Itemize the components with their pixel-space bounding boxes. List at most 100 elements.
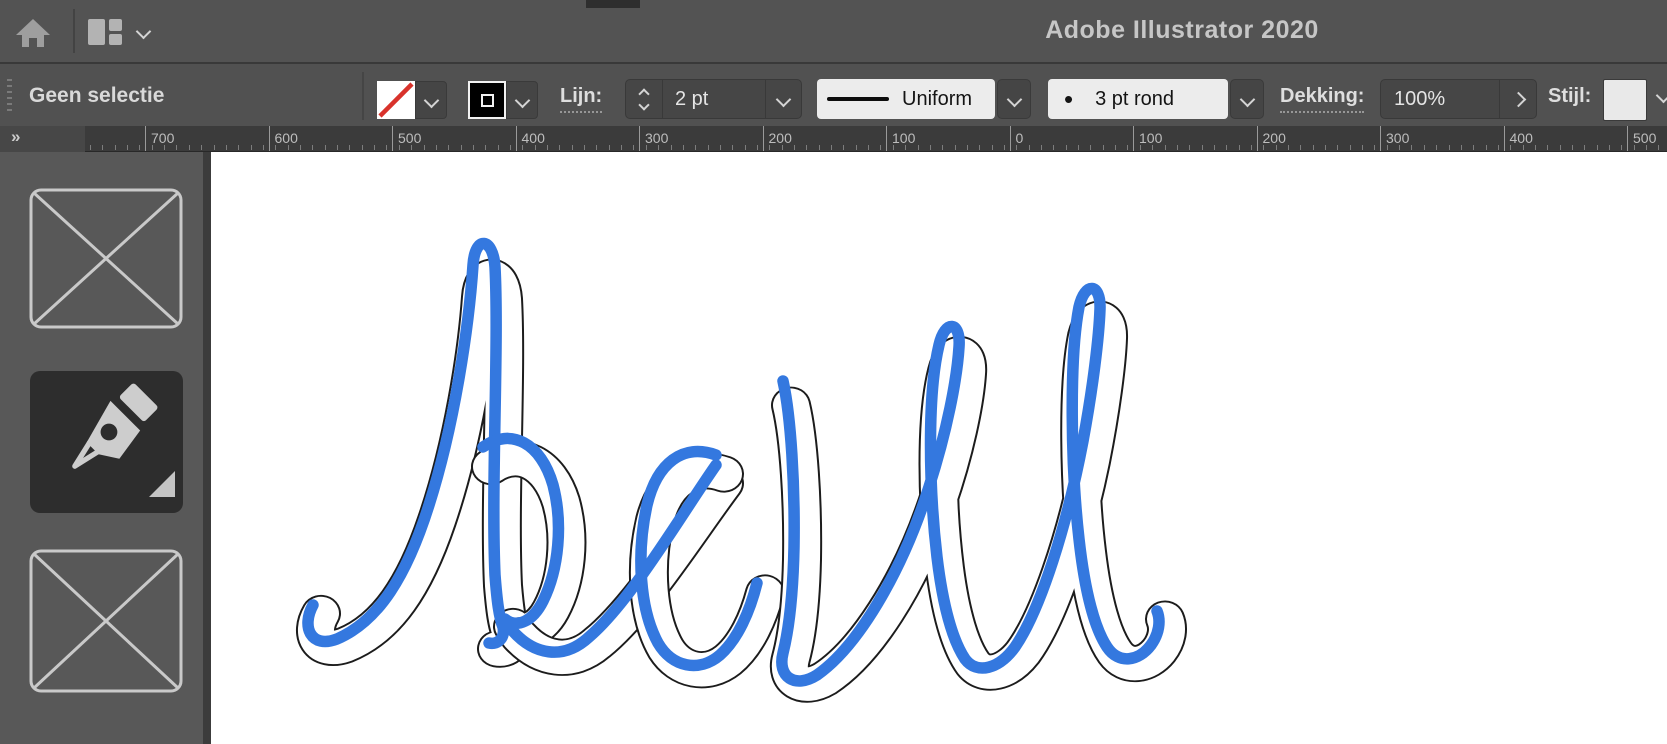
window-title: Adobe Illustrator 2020 [1045,16,1319,44]
panel-grip-handle[interactable] [7,79,12,113]
ruler-label: 500 [1633,130,1657,146]
horizontal-ruler[interactable]: 700 600 500 400 300 200 100 0 100 200 300 400 500 » [0,126,1667,152]
ruler-minor-tick [954,145,956,150]
ruler-minor-tick [90,145,91,150]
ruler-minor-tick [485,145,487,150]
ruler-minor-tick [509,145,511,150]
ruler-collapse-button[interactable]: » [0,126,85,152]
stroke-color-swatch-button[interactable] [468,81,506,119]
ruler-major-tick [268,126,270,151]
stroke-weight-dropdown-button[interactable] [766,80,801,118]
ruler-minor-tick [1337,145,1339,150]
ruler-minor-tick [1102,145,1104,150]
opacity-input[interactable]: 100% [1381,80,1500,118]
ruler-label: 300 [645,130,669,146]
ruler-minor-tick [1658,145,1660,150]
artboard-canvas[interactable] [211,152,1667,744]
ruler-minor-tick [1460,145,1462,150]
stroke-weight-input[interactable]: 2 pt [663,80,766,118]
ruler-major-tick [392,126,393,151]
ruler-minor-tick [1349,145,1351,150]
profile-dropdown-button[interactable] [997,79,1031,119]
ruler-minor-tick [855,145,857,150]
ruler-minor-tick [929,145,931,150]
ruler-minor-tick [732,145,734,150]
ruler-minor-tick [497,145,499,150]
opacity-expand-button[interactable] [1500,80,1536,118]
empty-tool-slot-bottom[interactable] [29,549,183,693]
chevron-down-icon [1006,91,1022,107]
stroke-weight-group: 2 pt [625,79,802,119]
ruler-major-tick [1009,126,1011,151]
ruler-minor-tick [571,145,573,150]
ruler-minor-tick [794,145,795,150]
ruler-major-tick [762,126,764,151]
pen-tool-button[interactable] [30,371,183,513]
ruler-minor-tick [361,145,363,150]
fill-dropdown-button[interactable] [415,81,447,119]
ruler-minor-tick [1078,145,1079,150]
ruler-minor-tick [1003,145,1005,150]
chevron-down-icon [514,92,530,108]
ruler-minor-tick [299,145,301,150]
ruler-minor-tick [1325,145,1326,150]
ruler-minor-tick [559,145,561,150]
fill-none-swatch-button[interactable] [377,81,415,119]
arrange-documents-button[interactable] [88,17,162,47]
ruler-minor-tick [1497,145,1499,150]
profile-value: Uniform [902,87,973,110]
stroke-profile-select[interactable]: Uniform [817,79,995,119]
home-icon [16,19,50,47]
ruler-minor-tick [979,145,981,150]
opacity-group: 100% [1380,79,1537,119]
stroke-weight-label[interactable]: Lijn: [560,85,603,113]
ruler-minor-tick [1448,145,1450,150]
chevron-down-icon [775,91,792,107]
style-swatch-button[interactable] [1603,79,1647,121]
ruler-minor-tick [1436,145,1438,150]
ruler-minor-tick [238,145,240,150]
ruler-minor-tick [1176,145,1178,150]
ruler-minor-tick [201,145,203,150]
control-bar: Geen selectie Lijn: 2 pt Uniform • 3 pt … [0,62,1667,126]
brush-definition-select[interactable]: • 3 pt rond [1048,79,1228,119]
titlebar-notch [586,0,640,8]
ruler-label: 100 [1139,130,1163,146]
illustrator-window: Adobe Illustrator 2020 Geen selectie Lij… [0,0,1667,744]
ruler-minor-tick [1287,145,1289,150]
ruler-minor-tick [324,145,326,150]
ruler-minor-tick [1485,145,1487,150]
ruler-minor-tick [423,145,425,150]
ruler-minor-tick [1041,145,1042,150]
ruler-minor-tick [719,145,721,150]
ruler-minor-tick [386,145,388,150]
stroke-weight-stepper[interactable] [626,80,663,118]
ruler-major-tick [145,126,146,151]
ruler-label: 700 [151,130,175,146]
brush-dropdown-button[interactable] [1230,79,1264,119]
ruler-minor-tick [1127,145,1129,150]
ruler-minor-tick [114,145,116,150]
ruler-label: 100 [892,130,916,146]
ruler-label: 600 [274,130,298,146]
ruler-minor-tick [1201,145,1203,150]
opacity-label[interactable]: Dekking: [1280,85,1365,113]
selection-status: Geen selectie [29,84,165,107]
panel-divider[interactable] [203,152,211,744]
ruler-major-tick [1627,126,1628,151]
ruler-minor-tick [176,145,178,150]
chevron-down-icon[interactable] [1655,87,1667,104]
home-button[interactable] [12,11,54,53]
ruler-minor-tick [188,145,190,150]
ruler-minor-tick [584,145,585,150]
ruler-minor-tick [250,145,252,150]
ruler-minor-tick [1374,145,1376,150]
titlebar-divider [73,9,75,53]
stroke-dropdown-button[interactable] [506,81,538,119]
ruler-minor-tick [460,145,462,150]
ruler-minor-tick [880,145,882,150]
ruler-minor-tick [374,145,376,150]
empty-tool-slot-top[interactable] [29,188,183,329]
chevron-down-icon [638,98,650,111]
ruler-minor-tick [1547,145,1549,150]
